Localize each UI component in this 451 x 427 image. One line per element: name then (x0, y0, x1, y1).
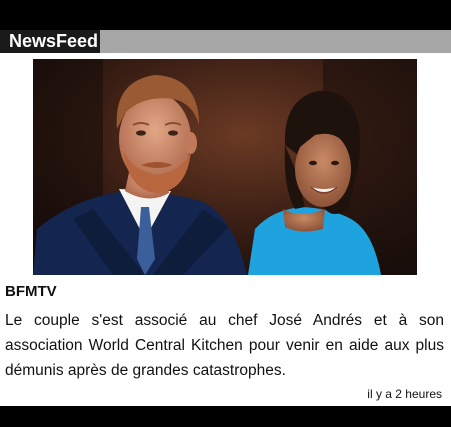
header-bar: NewsFeed (0, 30, 451, 53)
article-image[interactable] (33, 59, 417, 275)
article-summary[interactable]: Le couple s'est associé au chef José And… (5, 308, 444, 383)
news-feed-widget: NewsFeed BFMTV Le couple s'est associé a… (0, 30, 451, 406)
article-source[interactable]: BFMTV (5, 282, 57, 302)
widget-title: NewsFeed (0, 30, 100, 53)
article-photo-illustration (33, 59, 417, 275)
article-timestamp: il y a 2 heures (367, 387, 442, 401)
